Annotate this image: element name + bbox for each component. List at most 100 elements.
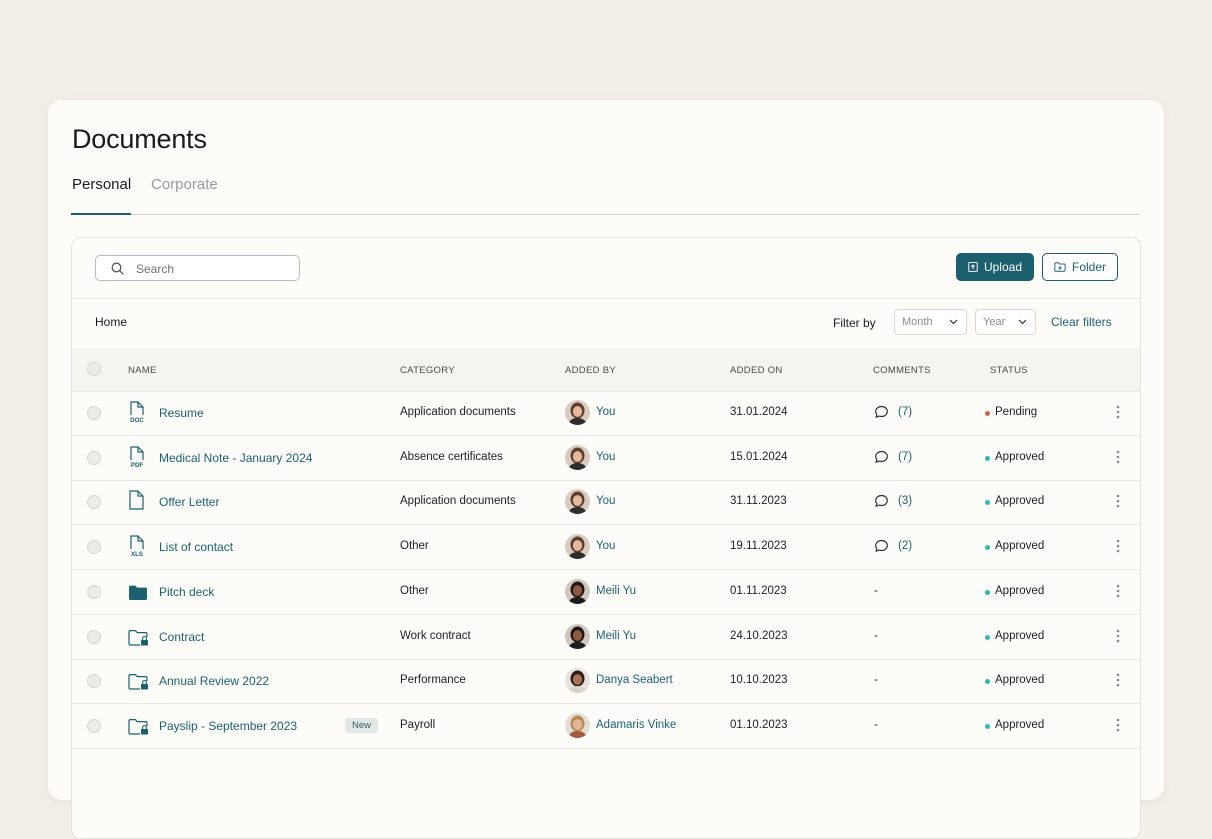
comment-icon[interactable] xyxy=(874,405,889,424)
table-row[interactable]: Pitch deck Other Meili Yu 01.11.2023 - Approv… xyxy=(72,570,1140,615)
table-row[interactable]: PDF Medical Note - January 2024 Absence ce… xyxy=(72,436,1140,481)
comment-count[interactable]: (7) xyxy=(898,406,912,418)
category-text: Application documents xyxy=(400,495,516,508)
status-text: Approved xyxy=(995,450,1045,463)
new-folder-button[interactable]: Folder xyxy=(1042,253,1118,281)
locked-folder-icon xyxy=(128,625,149,653)
row-checkbox[interactable] xyxy=(87,450,101,465)
added-on-date: 24.10.2023 xyxy=(730,629,788,642)
document-name-link[interactable]: List of contact xyxy=(159,540,233,554)
column-added-on[interactable]: ADDED ON xyxy=(730,365,783,376)
category-text: Other xyxy=(400,540,429,553)
table-row[interactable]: DOC Resume Application documents You 31.01.2… xyxy=(72,391,1140,436)
category-text: Application documents xyxy=(400,406,516,418)
filter-label: Filter by xyxy=(833,316,876,330)
added-by-link[interactable]: Meili Yu xyxy=(596,630,636,642)
year-select[interactable]: Year xyxy=(975,309,1036,335)
comment-count[interactable]: (2) xyxy=(898,540,912,552)
search-input[interactable] xyxy=(134,259,288,279)
row-checkbox[interactable] xyxy=(87,584,101,599)
row-checkbox[interactable] xyxy=(87,629,101,644)
active-tab-indicator xyxy=(71,213,131,215)
comment-count: - xyxy=(874,718,878,731)
more-actions-icon[interactable] xyxy=(1116,450,1120,469)
doc-file-icon: DOC xyxy=(128,401,148,429)
tab-corporate[interactable]: Corporate xyxy=(151,176,218,193)
added-on-date: 01.11.2023 xyxy=(730,584,787,597)
avatar-danya xyxy=(565,668,590,694)
month-select[interactable]: Month xyxy=(894,309,967,335)
added-on-date: 01.10.2023 xyxy=(730,718,788,731)
table-row[interactable]: Payslip - September 2023 New Payroll Adamar… xyxy=(72,704,1140,749)
upload-icon xyxy=(968,261,978,273)
row-checkbox[interactable] xyxy=(87,540,101,555)
chevron-down-icon xyxy=(1018,319,1027,325)
table-row[interactable]: Annual Review 2022 Performance Danya Seabe… xyxy=(72,659,1140,705)
chevron-down-icon xyxy=(949,319,958,325)
document-name-link[interactable]: Pitch deck xyxy=(159,585,214,599)
comment-icon[interactable] xyxy=(874,539,889,558)
folder-icon xyxy=(128,580,148,608)
status-text: Approved xyxy=(995,718,1045,731)
comment-count[interactable]: (3) xyxy=(898,495,912,507)
comment-icon[interactable] xyxy=(874,450,889,469)
added-by-link[interactable]: Danya Seabert xyxy=(596,674,673,686)
more-actions-icon[interactable] xyxy=(1116,584,1120,603)
more-actions-icon[interactable] xyxy=(1116,718,1120,737)
avatar-meili xyxy=(565,623,590,649)
comment-count: - xyxy=(874,629,878,642)
table-row[interactable]: Contract Work contract Meili Yu 24.10.2023 -… xyxy=(72,615,1140,660)
clear-filters-link[interactable]: Clear filters xyxy=(1051,315,1112,329)
status-dot xyxy=(985,545,990,551)
added-on-date: 10.10.2023 xyxy=(730,674,788,687)
category-text: Absence certificates xyxy=(400,450,503,463)
tab-personal[interactable]: Personal xyxy=(72,176,131,193)
column-name[interactable]: NAME xyxy=(128,365,157,376)
added-by-link[interactable]: You xyxy=(596,540,615,552)
added-by-link[interactable]: Adamaris Vinke xyxy=(596,719,676,731)
document-name-link[interactable]: Resume xyxy=(159,406,204,420)
select-all-checkbox[interactable] xyxy=(87,362,101,376)
column-status[interactable]: STATUS xyxy=(990,365,1028,376)
more-actions-icon[interactable] xyxy=(1116,629,1120,648)
status-text: Approved xyxy=(995,629,1045,642)
document-name-link[interactable]: Payslip - September 2023 xyxy=(159,719,297,733)
avatar-you xyxy=(565,489,590,515)
comment-count: - xyxy=(874,674,878,687)
document-name-link[interactable]: Contract xyxy=(159,630,204,644)
document-name-link[interactable]: Medical Note - January 2024 xyxy=(159,451,312,465)
column-added-by[interactable]: ADDED BY xyxy=(565,365,616,376)
status-text: Pending xyxy=(995,406,1038,418)
added-by-link[interactable]: Meili Yu xyxy=(596,585,636,597)
category-text: Other xyxy=(400,584,429,597)
column-comments[interactable]: COMMENTS xyxy=(873,365,931,376)
row-checkbox[interactable] xyxy=(87,406,101,420)
column-category[interactable]: CATEGORY xyxy=(400,365,455,376)
table-row[interactable]: Offer Letter Application documents You 31.1… xyxy=(72,480,1140,526)
added-by-link[interactable]: You xyxy=(596,406,615,418)
blank-file-icon xyxy=(128,490,148,518)
row-checkbox[interactable] xyxy=(87,495,101,510)
comment-count[interactable]: (7) xyxy=(898,451,912,463)
search-box[interactable] xyxy=(95,255,300,281)
document-name-link[interactable]: Offer Letter xyxy=(159,495,219,509)
table-header: NAME CATEGORY ADDED BY ADDED ON COMMENTS… xyxy=(72,348,1140,392)
more-actions-icon[interactable] xyxy=(1116,539,1120,558)
document-name-link[interactable]: Annual Review 2022 xyxy=(159,674,269,688)
added-by-link[interactable]: You xyxy=(596,495,615,507)
category-text: Payroll xyxy=(400,718,436,731)
more-actions-icon[interactable] xyxy=(1116,494,1120,513)
more-actions-icon[interactable] xyxy=(1116,405,1120,424)
upload-button[interactable]: Upload xyxy=(956,253,1034,281)
status-dot xyxy=(985,589,990,595)
comment-icon[interactable] xyxy=(874,494,889,513)
documents-card: Documents Personal Corporate Upload xyxy=(48,100,1164,839)
tab-bar: Personal Corporate xyxy=(71,170,1140,215)
row-checkbox[interactable] xyxy=(87,674,101,689)
breadcrumb-home[interactable]: Home xyxy=(95,315,127,329)
table-row[interactable]: XLS List of contact Other You 19.11.2023 (2) A… xyxy=(72,525,1140,571)
added-by-link[interactable]: You xyxy=(596,451,615,463)
added-on-date: 15.01.2024 xyxy=(730,450,788,463)
more-actions-icon[interactable] xyxy=(1116,673,1120,692)
row-checkbox[interactable] xyxy=(87,718,101,733)
